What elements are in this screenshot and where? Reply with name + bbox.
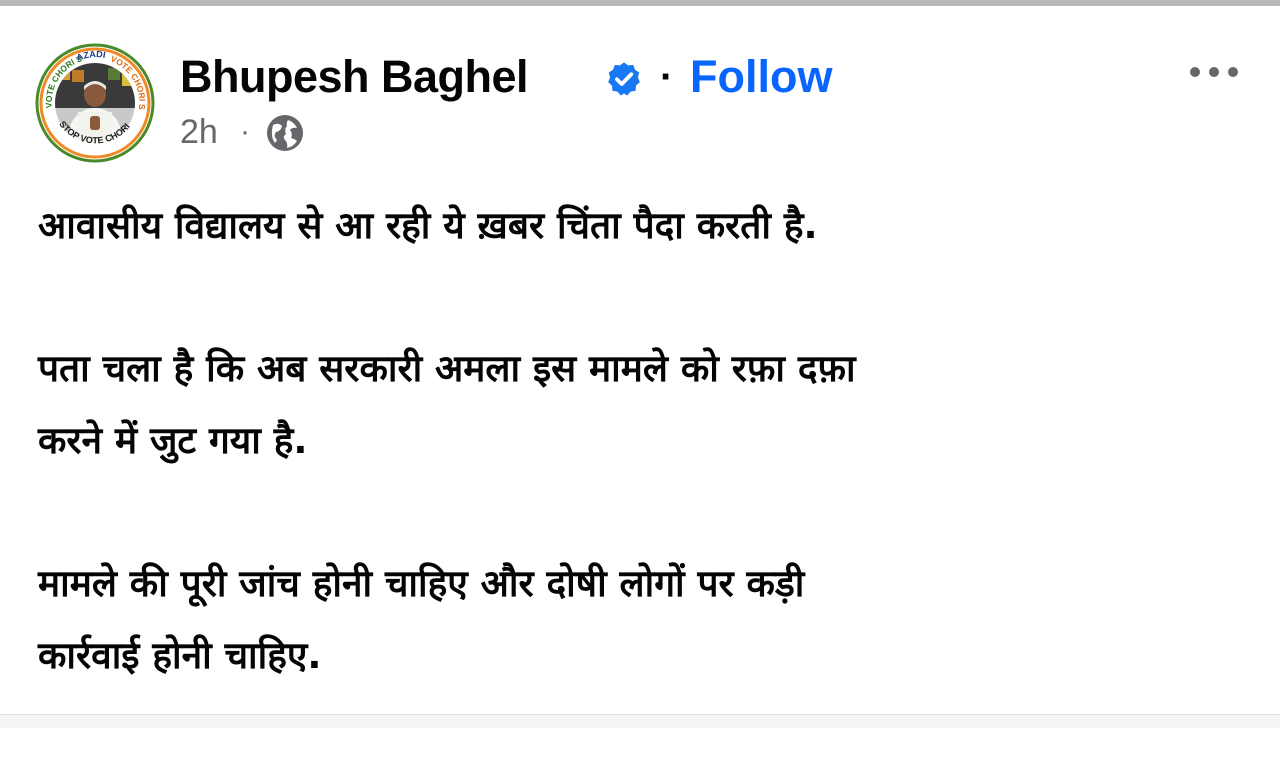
avatar-image: VOTE CHORI SE AZADI VOTE CHORI SE STOP V… [34,42,155,163]
avatar[interactable]: VOTE CHORI SE AZADI VOTE CHORI SE STOP V… [34,42,156,164]
feed-background [0,715,1280,728]
post-body: आवासीय विद्यालय से आ रही ये ख़बर चिंता प… [38,190,1238,763]
top-border [0,0,1280,6]
header-separator: · [660,55,674,99]
post-paragraph: पता चला है कि अब सरकारी अमला इस मामले को… [38,347,856,462]
post-paragraph: आवासीय विद्यालय से आ रही ये ख़बर चिंता प… [38,204,818,247]
author-name[interactable]: Bhupesh Baghel [180,50,529,104]
post-paragraph: मामले की पूरी जांच होनी चाहिए और दोषी लो… [38,562,805,677]
meta-separator: · [240,115,250,148]
verified-badge-icon [608,62,640,96]
follow-button[interactable]: Follow [690,50,832,104]
more-options-icon[interactable] [1188,62,1240,82]
globe-icon [267,115,303,151]
post-timestamp[interactable]: 2h [180,112,218,152]
